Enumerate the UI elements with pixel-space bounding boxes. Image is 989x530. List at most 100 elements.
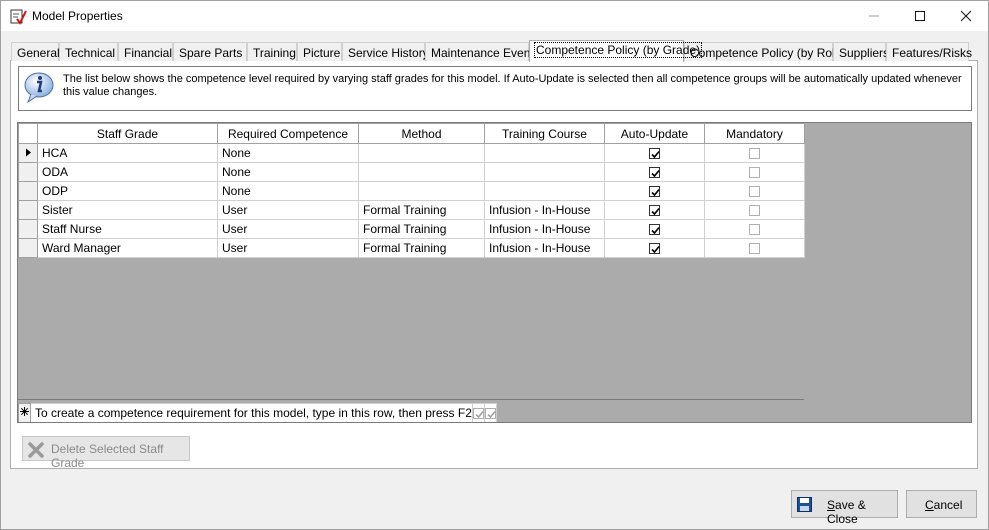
mandatory-checkbox[interactable] (704, 162, 805, 182)
tab-training[interactable]: Training (247, 42, 297, 61)
cell-training-course[interactable] (484, 181, 605, 201)
table-row[interactable]: ODP None (18, 181, 805, 201)
save-close-button[interactable]: Save & Close (791, 490, 898, 526)
tab-maintenance-events[interactable]: Maintenance Events (425, 42, 540, 61)
auto-update-checkbox[interactable] (604, 219, 705, 239)
tab-spare-parts[interactable]: Spare Parts (173, 42, 247, 61)
tab-label: Financial (124, 46, 173, 60)
cell-staff-grade[interactable]: Sister (37, 200, 218, 220)
table-row[interactable]: Sister User Formal Training Infusion - In-H… (18, 200, 805, 220)
auto-update-checkbox[interactable] (604, 238, 705, 258)
tab-label: Service History (348, 46, 429, 60)
column-header-method[interactable]: Method (358, 123, 485, 144)
new-row-mandatory-checkbox (483, 403, 497, 422)
mandatory-checkbox[interactable] (704, 181, 805, 201)
cancel-button[interactable]: Cancel (906, 490, 977, 518)
tab-competence-policy-grade[interactable]: Competence Policy (by Grade) (529, 40, 703, 62)
tab-label: General (17, 46, 60, 60)
save-close-label: Save & Close (827, 498, 897, 526)
cell-method[interactable]: Formal Training (358, 238, 485, 258)
cell-method[interactable] (358, 143, 485, 163)
cell-staff-grade[interactable]: Ward Manager (37, 238, 218, 258)
cancel-accelerator: C (925, 498, 934, 512)
tab-suppliers[interactable]: Suppliers (833, 42, 889, 61)
tab-picture[interactable]: Picture (297, 42, 342, 61)
info-icon (22, 70, 56, 104)
tab-technical[interactable]: Technical (59, 42, 118, 61)
cell-training-course[interactable]: Infusion - In-House (484, 238, 605, 258)
new-row-auto-update-checkbox (471, 403, 485, 422)
cell-required-competence[interactable]: None (217, 162, 359, 182)
info-panel: The list below shows the competence leve… (18, 66, 972, 111)
tab-label: Training (253, 46, 296, 60)
app-icon (9, 8, 27, 26)
delete-x-icon (28, 442, 44, 458)
cell-method[interactable]: Formal Training (358, 200, 485, 220)
row-header-corner (18, 123, 38, 144)
table-row[interactable]: Ward Manager User Formal Training Infusion … (18, 238, 805, 258)
table-row[interactable]: HCA None (18, 143, 805, 163)
cell-method[interactable] (358, 181, 485, 201)
competence-grid[interactable]: Staff Grade Required Competence Method T… (17, 122, 972, 423)
tab-general[interactable]: General (11, 42, 60, 61)
delete-staff-grade-button[interactable]: Delete Selected Staff Grade (22, 436, 190, 470)
minimize-button[interactable] (851, 1, 897, 31)
tab-label: Picture (303, 46, 341, 60)
column-header-required-competence[interactable]: Required Competence (217, 123, 359, 144)
auto-update-checkbox[interactable] (604, 181, 705, 201)
column-header-mandatory[interactable]: Mandatory (704, 123, 805, 144)
window-title: Model Properties (32, 9, 123, 23)
mandatory-checkbox[interactable] (704, 238, 805, 258)
new-row-marker-icon[interactable] (18, 403, 31, 422)
auto-update-checkbox[interactable] (604, 143, 705, 163)
tab-service-history[interactable]: Service History (342, 42, 429, 61)
column-header-auto-update[interactable]: Auto-Update (604, 123, 705, 144)
close-button[interactable] (943, 1, 989, 31)
mandatory-checkbox[interactable] (704, 200, 805, 220)
maximize-button[interactable] (897, 1, 943, 31)
cell-required-competence[interactable]: User (217, 200, 359, 220)
row-selector[interactable] (18, 143, 38, 163)
cell-training-course[interactable] (484, 162, 605, 182)
cell-method[interactable]: Formal Training (358, 219, 485, 239)
cancel-label-rest: ancel (933, 498, 963, 512)
cell-method[interactable] (358, 162, 485, 182)
row-selector[interactable] (18, 238, 38, 258)
new-row-hint[interactable]: To create a competence requirement for t… (30, 403, 473, 422)
cell-staff-grade[interactable]: Staff Nurse (37, 219, 218, 239)
cell-required-competence[interactable]: User (217, 219, 359, 239)
tab-competence-policy-role[interactable]: Competence Policy (by Role) (684, 42, 845, 61)
tab-financial[interactable]: Financial (118, 42, 173, 61)
cell-training-course[interactable] (484, 143, 605, 163)
cell-training-course[interactable]: Infusion - In-House (484, 200, 605, 220)
row-selector[interactable] (18, 200, 38, 220)
tab-features-risks[interactable]: Features/Risks (886, 42, 972, 61)
row-selector[interactable] (18, 162, 38, 182)
tab-label: Technical (65, 46, 116, 60)
table-row[interactable]: ODA None (18, 162, 805, 182)
mandatory-checkbox[interactable] (704, 219, 805, 239)
floppy-disk-icon (797, 497, 812, 512)
row-selector[interactable] (18, 219, 38, 239)
table-row[interactable]: Staff Nurse User Formal Training Infusion -… (18, 219, 805, 239)
cell-staff-grade[interactable]: ODP (37, 181, 218, 201)
delete-button-label: Delete Selected Staff Grade (51, 442, 164, 470)
column-header-staff-grade[interactable]: Staff Grade (37, 123, 218, 144)
info-text: The list below shows the competence leve… (63, 73, 962, 98)
auto-update-checkbox[interactable] (604, 200, 705, 220)
cell-required-competence[interactable]: None (217, 181, 359, 201)
tab-label: Spare Parts (179, 46, 243, 60)
cell-required-competence[interactable]: None (217, 143, 359, 163)
auto-update-checkbox[interactable] (604, 162, 705, 182)
cancel-label: Cancel (925, 498, 962, 512)
grid-body: HCA None ODA None ODP None Sister User Formal Tr… (18, 143, 805, 258)
cell-staff-grade[interactable]: HCA (37, 143, 218, 163)
row-selector[interactable] (18, 181, 38, 201)
cell-required-competence[interactable]: User (217, 238, 359, 258)
save-accelerator: S (827, 498, 836, 512)
column-header-training-course[interactable]: Training Course (484, 123, 605, 144)
cell-staff-grade[interactable]: ODA (37, 162, 218, 182)
grid-table: Staff Grade Required Competence Method T… (18, 123, 805, 258)
mandatory-checkbox[interactable] (704, 143, 805, 163)
cell-training-course[interactable]: Infusion - In-House (484, 219, 605, 239)
